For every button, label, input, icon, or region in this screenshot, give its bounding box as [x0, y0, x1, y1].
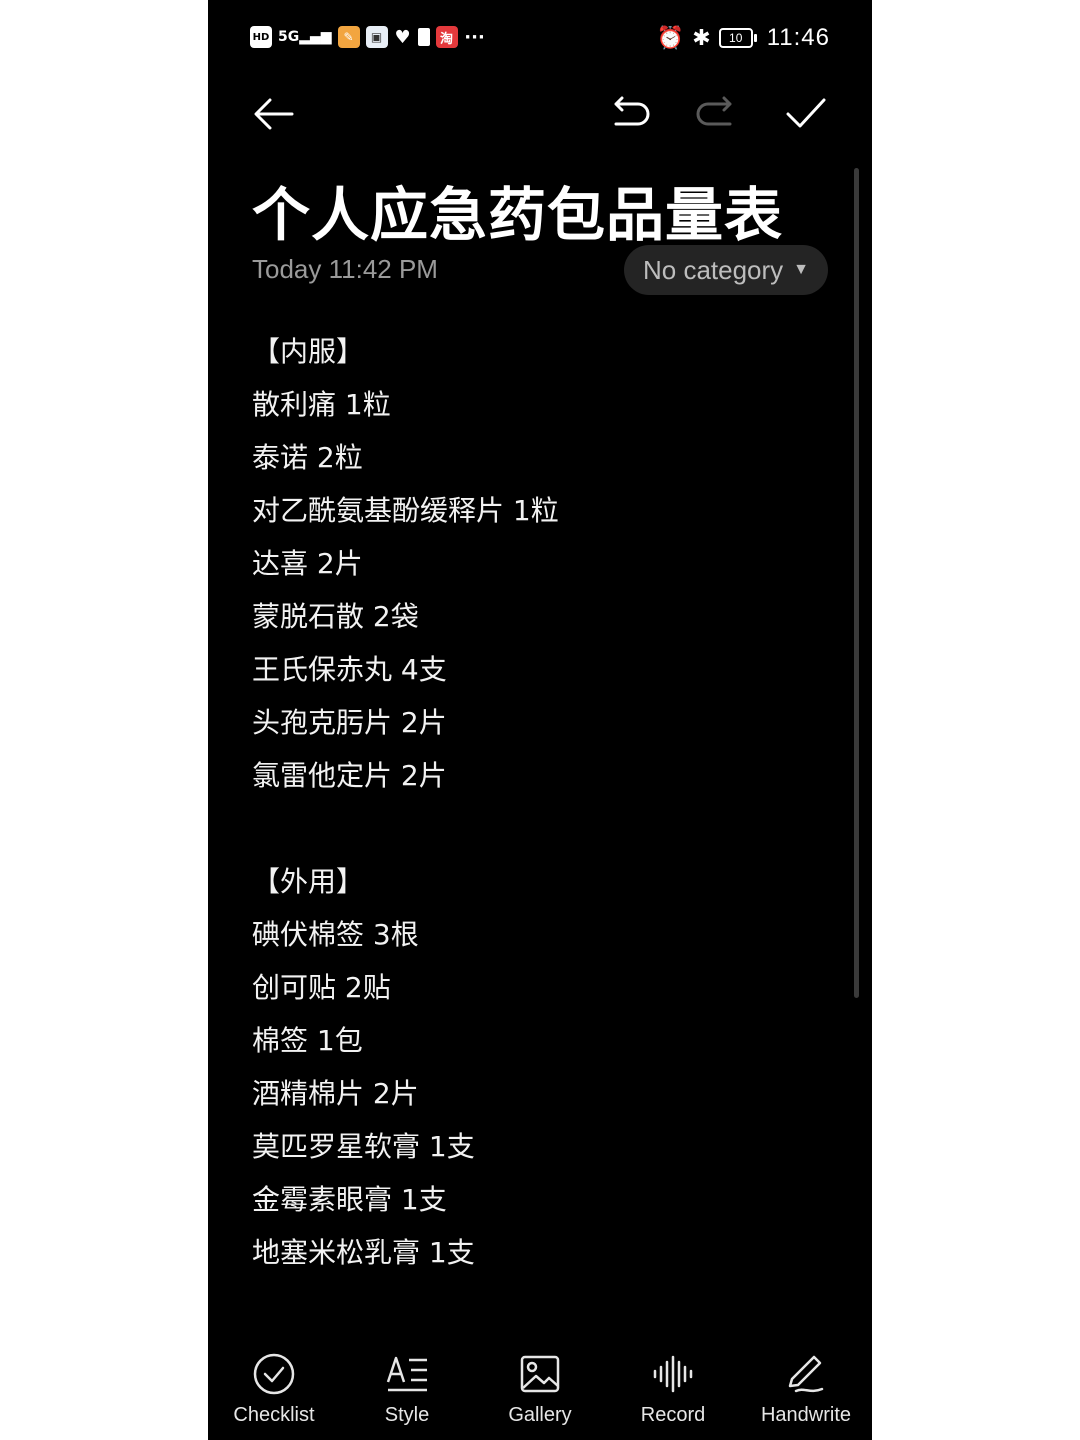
check-circle-icon: [253, 1353, 295, 1395]
note-line: 氯雷他定片 2片: [252, 759, 447, 792]
handwrite-label: Handwrite: [760, 1404, 852, 1426]
note-date: Today 11:42 PM: [252, 254, 438, 284]
waveform-icon: [653, 1355, 693, 1393]
hd-icon: HD: [250, 26, 272, 48]
note-line: 碘伏棉签 3根: [252, 918, 419, 951]
bottom-toolbar: Checklist Style Gallery Record Handwrite: [208, 1340, 872, 1440]
checklist-button[interactable]: Checklist: [209, 1352, 339, 1427]
caret-down-icon: ▼: [793, 261, 810, 278]
arrow-left-icon: [254, 98, 294, 130]
note-line: 棉签 1包: [252, 1024, 363, 1057]
status-bar: HD 5G ▂▄▆ ✎ ▣ ♥ 淘 ··· ⏰ ✱ 10 11:46: [208, 0, 872, 76]
taobao-icon: 淘: [435, 26, 458, 48]
network-type: 5G: [278, 29, 300, 45]
handwrite-button[interactable]: Handwrite: [741, 1352, 871, 1427]
pen-icon: [788, 1355, 824, 1393]
status-bar-right: ⏰ ✱ 10 11:46: [657, 24, 830, 52]
battery-icon: 10: [718, 28, 757, 48]
bluetooth-icon: ✱: [692, 25, 711, 50]
category-dropdown[interactable]: No category ▼: [624, 245, 828, 295]
scrollbar[interactable]: [854, 168, 859, 998]
text-style-icon: [386, 1356, 427, 1392]
note-line: 蒙脱石散 2袋: [252, 600, 419, 633]
battery-level: 10: [729, 31, 743, 45]
section-heading: 【外用】: [252, 865, 365, 898]
category-label: No category: [642, 254, 784, 285]
note-line: 散利痛 1粒: [252, 388, 391, 421]
style-button[interactable]: Style: [342, 1352, 472, 1427]
signal-icon: 5G ▂▄▆: [278, 29, 332, 45]
heart-icon: ♥: [394, 26, 411, 48]
done-button[interactable]: [784, 92, 828, 136]
app-notification-icon: ▣: [365, 26, 388, 48]
note-line: 泰诺 2粒: [252, 441, 363, 474]
record-label: Record: [640, 1404, 706, 1426]
checklist-label: Checklist: [233, 1404, 315, 1426]
note-line: 头孢克肟片 2片: [252, 706, 447, 739]
gallery-label: Gallery: [508, 1404, 572, 1426]
note-line: 对乙酰氨基酚缓释片 1粒: [252, 494, 559, 527]
checkmark-icon: [786, 98, 826, 128]
note-line: 创可贴 2贴: [252, 971, 391, 1004]
note-line: 地塞米松乳膏 1支: [252, 1236, 475, 1269]
note-title[interactable]: 个人应急药包品量表: [252, 168, 783, 252]
style-label: Style: [384, 1404, 430, 1426]
more-notifications-icon: ···: [464, 26, 485, 48]
redo-icon: [696, 96, 732, 126]
clock: 11:46: [766, 24, 830, 51]
notes-app-screen: HD 5G ▂▄▆ ✎ ▣ ♥ 淘 ··· ⏰ ✱ 10 11:46 个人应急药…: [208, 0, 872, 1440]
note-line: 酒精棉片 2片: [252, 1077, 419, 1110]
alarm-icon: ⏰: [656, 25, 685, 50]
battery-saver-icon: [417, 28, 430, 46]
image-icon: [520, 1355, 560, 1393]
gallery-button[interactable]: Gallery: [475, 1352, 605, 1427]
section-heading: 【内服】: [252, 335, 365, 368]
note-line: 金霉素眼膏 1支: [252, 1183, 447, 1216]
undo-button[interactable]: [608, 92, 652, 136]
undo-icon: [614, 96, 650, 126]
app-notification-icon: ✎: [337, 26, 360, 48]
redo-button[interactable]: [694, 92, 738, 136]
note-line: 达喜 2片: [252, 547, 363, 580]
record-button[interactable]: Record: [608, 1352, 738, 1427]
status-bar-left: HD 5G ▂▄▆ ✎ ▣ ♥ 淘 ···: [250, 26, 486, 48]
back-button[interactable]: [252, 92, 296, 136]
note-line: 莫匹罗星软膏 1支: [252, 1130, 475, 1163]
note-line: 王氏保赤丸 4支: [252, 653, 447, 686]
